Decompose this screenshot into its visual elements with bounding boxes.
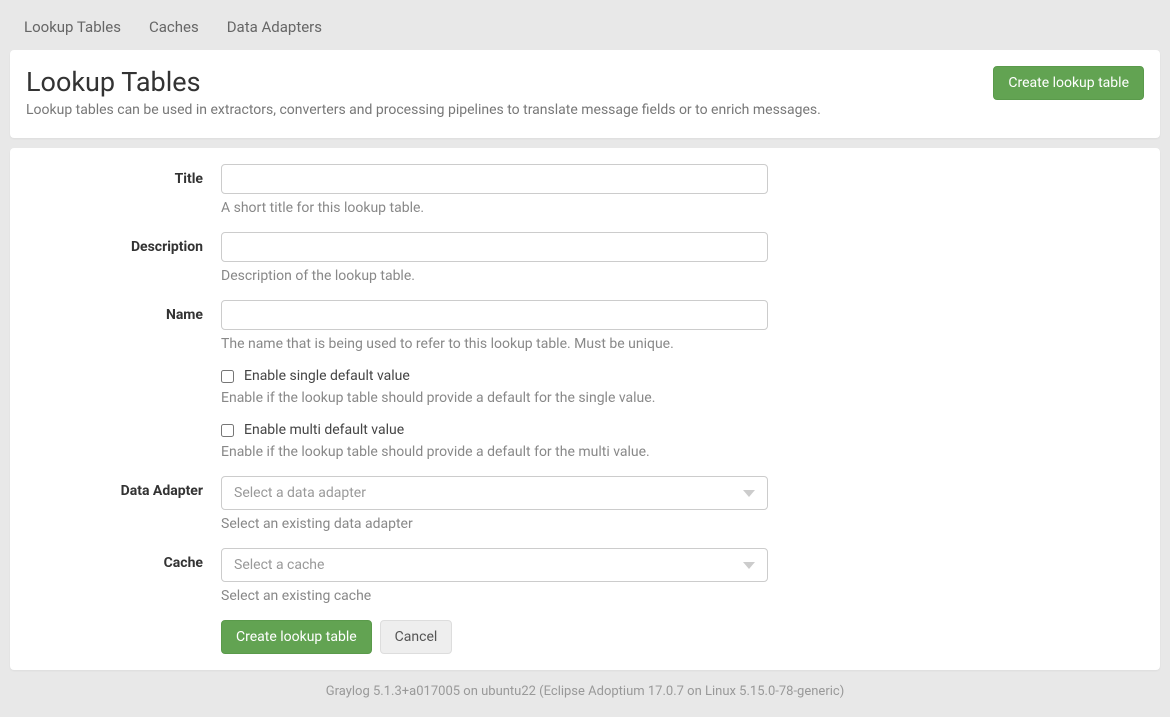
- nav-tabs: Lookup Tables Caches Data Adapters: [10, 10, 1160, 50]
- cache-label: Cache: [26, 548, 221, 604]
- name-label: Name: [26, 300, 221, 352]
- description-label: Description: [26, 232, 221, 284]
- data-adapter-label: Data Adapter: [26, 476, 221, 532]
- chevron-down-icon: [743, 562, 755, 569]
- page-subtitle: Lookup tables can be used in extractors,…: [26, 102, 821, 118]
- enable-multi-label: Enable multi default value: [244, 422, 404, 438]
- cache-help: Select an existing cache: [221, 588, 768, 604]
- tab-caches[interactable]: Caches: [149, 18, 199, 36]
- name-help: The name that is being used to refer to …: [221, 336, 768, 352]
- title-help: A short title for this lookup table.: [221, 200, 768, 216]
- title-label: Title: [26, 164, 221, 216]
- enable-multi-checkbox[interactable]: [221, 424, 234, 437]
- cancel-button[interactable]: Cancel: [380, 620, 453, 654]
- create-lookup-table-submit-button[interactable]: Create lookup table: [221, 620, 372, 654]
- tab-data-adapters[interactable]: Data Adapters: [227, 18, 322, 36]
- footer-version: Graylog 5.1.3+a017005 on ubuntu22 (Eclip…: [10, 670, 1160, 707]
- chevron-down-icon: [743, 490, 755, 497]
- page-title: Lookup Tables: [26, 66, 821, 98]
- enable-single-checkbox[interactable]: [221, 370, 234, 383]
- title-input[interactable]: [221, 164, 768, 194]
- cache-select[interactable]: Select a cache: [221, 548, 768, 582]
- description-input[interactable]: [221, 232, 768, 262]
- name-input[interactable]: [221, 300, 768, 330]
- enable-multi-help: Enable if the lookup table should provid…: [221, 444, 768, 460]
- cache-placeholder: Select a cache: [234, 557, 324, 573]
- tab-lookup-tables[interactable]: Lookup Tables: [24, 18, 121, 36]
- enable-single-label: Enable single default value: [244, 368, 410, 384]
- data-adapter-help: Select an existing data adapter: [221, 516, 768, 532]
- enable-single-help: Enable if the lookup table should provid…: [221, 390, 768, 406]
- page-header-panel: Lookup Tables Lookup tables can be used …: [10, 50, 1160, 138]
- create-lookup-table-top-button[interactable]: Create lookup table: [993, 66, 1144, 100]
- lookup-table-form: Title A short title for this lookup tabl…: [10, 148, 1160, 670]
- data-adapter-placeholder: Select a data adapter: [234, 485, 366, 501]
- description-help: Description of the lookup table.: [221, 268, 768, 284]
- data-adapter-select[interactable]: Select a data adapter: [221, 476, 768, 510]
